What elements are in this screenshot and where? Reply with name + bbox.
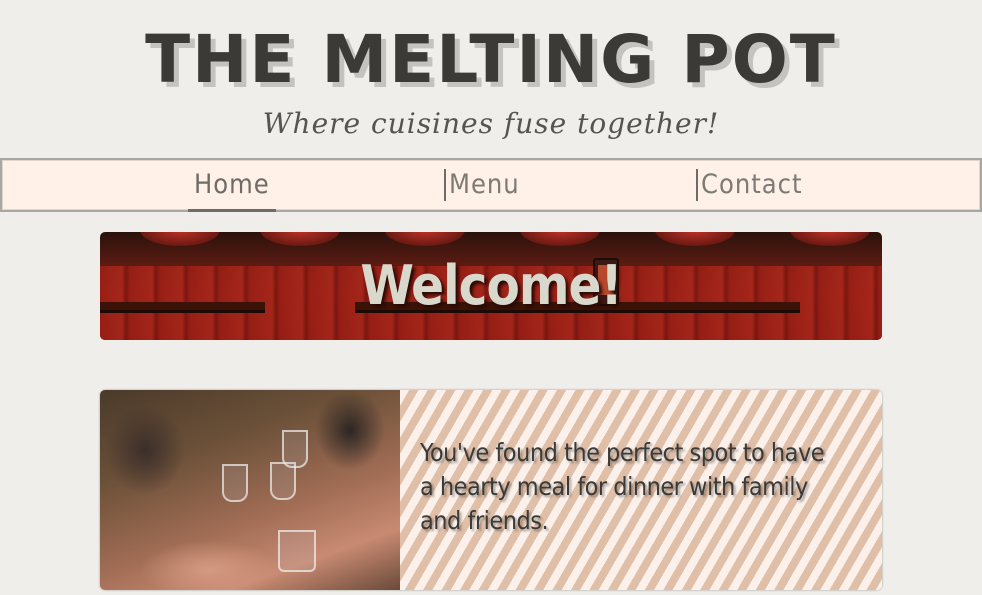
nav-item-contact[interactable]: Contact [701,160,803,210]
nav-item-menu[interactable]: Menu [449,160,520,210]
welcome-banner: Welcome! [100,232,882,340]
nav-item-home[interactable]: Home [188,160,276,212]
banner-background-barrel [260,232,340,246]
main-navigation: Home Menu Contact [0,158,982,212]
feature-card: You've found the perfect spot to have a … [100,390,882,590]
water-glass [278,530,316,572]
nav-divider [444,169,446,201]
banner-background-barrel [385,232,465,246]
wine-glass [282,430,308,468]
feature-description: You've found the perfect spot to have a … [420,438,825,535]
wine-glass [222,464,248,502]
site-tagline: Where cuisines fuse together! [262,107,720,140]
feature-text-panel: You've found the perfect spot to have a … [400,390,882,590]
nav-divider [696,169,698,201]
welcome-heading: Welcome! [360,254,622,317]
banner-background-barrel [790,232,870,246]
banner-background-barrel [655,232,735,246]
site-title: THE MELTING POT [145,21,837,98]
banner-background-barrel [140,232,220,246]
dining-photo [100,390,400,590]
banner-background-barrel [520,232,600,246]
